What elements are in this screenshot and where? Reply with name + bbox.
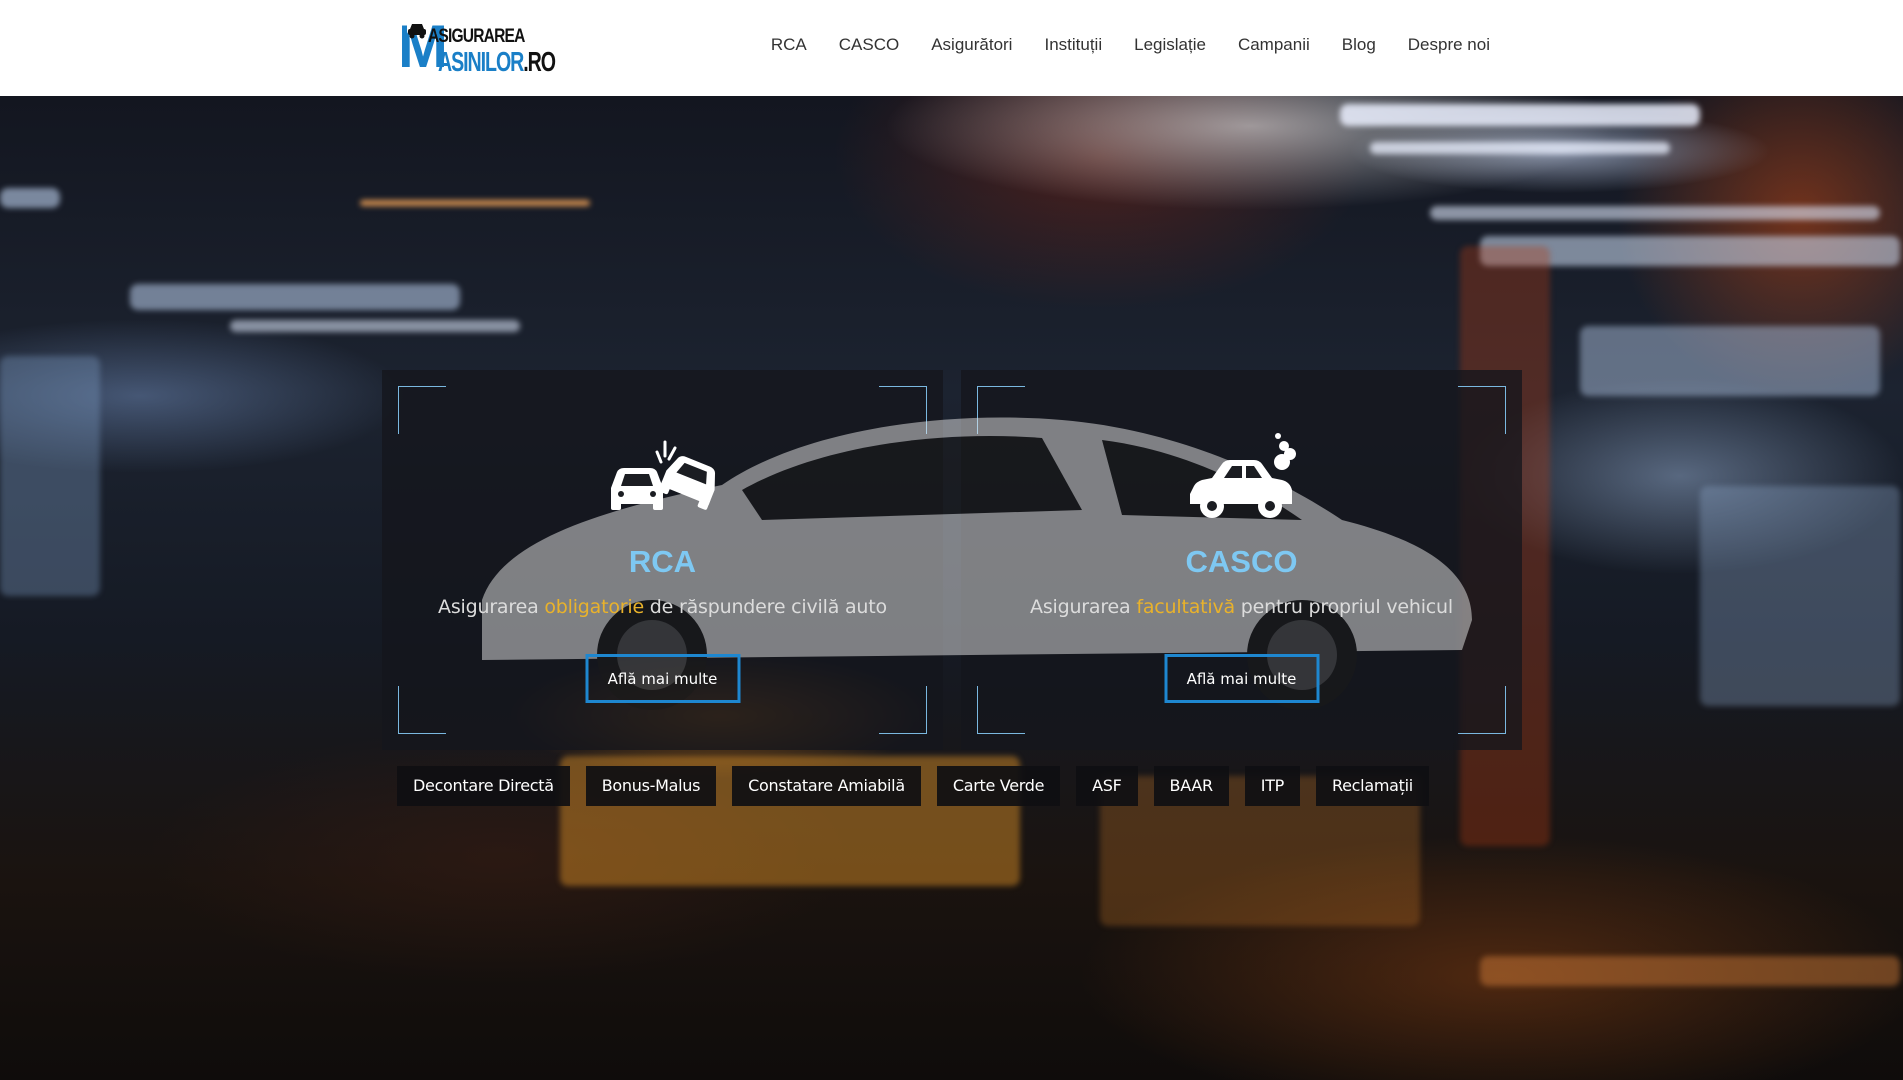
corner-decoration <box>977 686 1025 734</box>
casco-subtitle: Asigurarea facultativă pentru propriul v… <box>961 596 1522 618</box>
logo-text-top: ASIGURAREA <box>428 26 525 47</box>
tag-reclamatii[interactable]: Reclamații <box>1316 766 1429 806</box>
rca-learn-more-button[interactable]: Află mai multe <box>585 654 740 703</box>
light-streak <box>1430 206 1880 220</box>
nav-item-despre-noi[interactable]: Despre noi <box>1408 35 1490 55</box>
tag-baar[interactable]: BAAR <box>1153 766 1229 806</box>
corner-decoration <box>879 386 927 434</box>
logo-text-bottom: ASINILOR.RO <box>438 46 556 78</box>
light-streak <box>360 200 590 206</box>
corner-decoration <box>977 386 1025 434</box>
tag-itp[interactable]: ITP <box>1244 766 1301 806</box>
corner-decoration <box>1458 686 1506 734</box>
casco-subtitle-post: pentru propriul vehicul <box>1234 596 1453 618</box>
casco-card: CASCO Asigurarea facultativă pentru prop… <box>961 370 1522 750</box>
light-streak <box>1700 486 1900 706</box>
casco-title: CASCO <box>1185 544 1298 579</box>
casco-learn-more-button[interactable]: Află mai multe <box>1164 654 1319 703</box>
tag-carte-verde[interactable]: Carte Verde <box>936 766 1061 806</box>
tag-asf[interactable]: ASF <box>1076 766 1138 806</box>
casco-subtitle-pre: Asigurarea <box>1030 596 1137 618</box>
car-exhaust-icon <box>1189 433 1296 518</box>
rca-subtitle-highlight: obligatorie <box>544 596 644 618</box>
light-streak <box>1340 104 1700 126</box>
insurance-cards: RCA Asigurarea obligatorie de răspundere… <box>382 370 1522 750</box>
nav-item-campanii[interactable]: Campanii <box>1238 35 1310 55</box>
site-logo[interactable]: M ASIGURAREA ASINILOR.RO <box>398 16 556 78</box>
site-header: M ASIGURAREA ASINILOR.RO RCA CASCO Asigu… <box>0 0 1903 96</box>
rca-card: RCA Asigurarea obligatorie de răspundere… <box>382 370 943 750</box>
car-crash-icon <box>610 440 715 510</box>
corner-decoration <box>879 686 927 734</box>
corner-decoration <box>398 686 446 734</box>
logo-text-tld: .RO <box>523 46 556 77</box>
nav-item-asiguratori[interactable]: Asigurători <box>931 35 1012 55</box>
light-streak <box>0 188 60 208</box>
tag-decontare-directa[interactable]: Decontare Directă <box>397 766 570 806</box>
light-streak <box>0 356 100 596</box>
light-streak <box>1370 142 1670 154</box>
light-streak <box>1480 956 1900 986</box>
rca-subtitle: Asigurarea obligatorie de răspundere civ… <box>382 596 943 618</box>
corner-decoration <box>398 386 446 434</box>
topic-tags: Decontare Directă Bonus-Malus Constatare… <box>397 766 1445 806</box>
corner-decoration <box>1458 386 1506 434</box>
light-streak <box>1580 326 1880 396</box>
casco-subtitle-highlight: facultativă <box>1136 596 1235 618</box>
light-streak <box>230 320 520 332</box>
rca-subtitle-pre: Asigurarea <box>438 596 545 618</box>
nav-item-casco[interactable]: CASCO <box>839 35 899 55</box>
main-nav: RCA CASCO Asigurători Instituții Legisla… <box>771 35 1490 55</box>
tag-bonus-malus[interactable]: Bonus-Malus <box>585 766 717 806</box>
nav-item-rca[interactable]: RCA <box>771 35 807 55</box>
nav-item-institutii[interactable]: Instituții <box>1044 35 1102 55</box>
light-streak <box>130 284 460 310</box>
tag-constatare-amiabila[interactable]: Constatare Amiabilă <box>732 766 921 806</box>
nav-item-legislatie[interactable]: Legislație <box>1134 35 1206 55</box>
logo-text-masinilor: ASINILOR <box>438 46 524 77</box>
rca-title: RCA <box>628 544 697 579</box>
nav-item-blog[interactable]: Blog <box>1342 35 1376 55</box>
logo-car-icon <box>407 21 427 39</box>
rca-subtitle-post: de răspundere civilă auto <box>643 596 887 618</box>
